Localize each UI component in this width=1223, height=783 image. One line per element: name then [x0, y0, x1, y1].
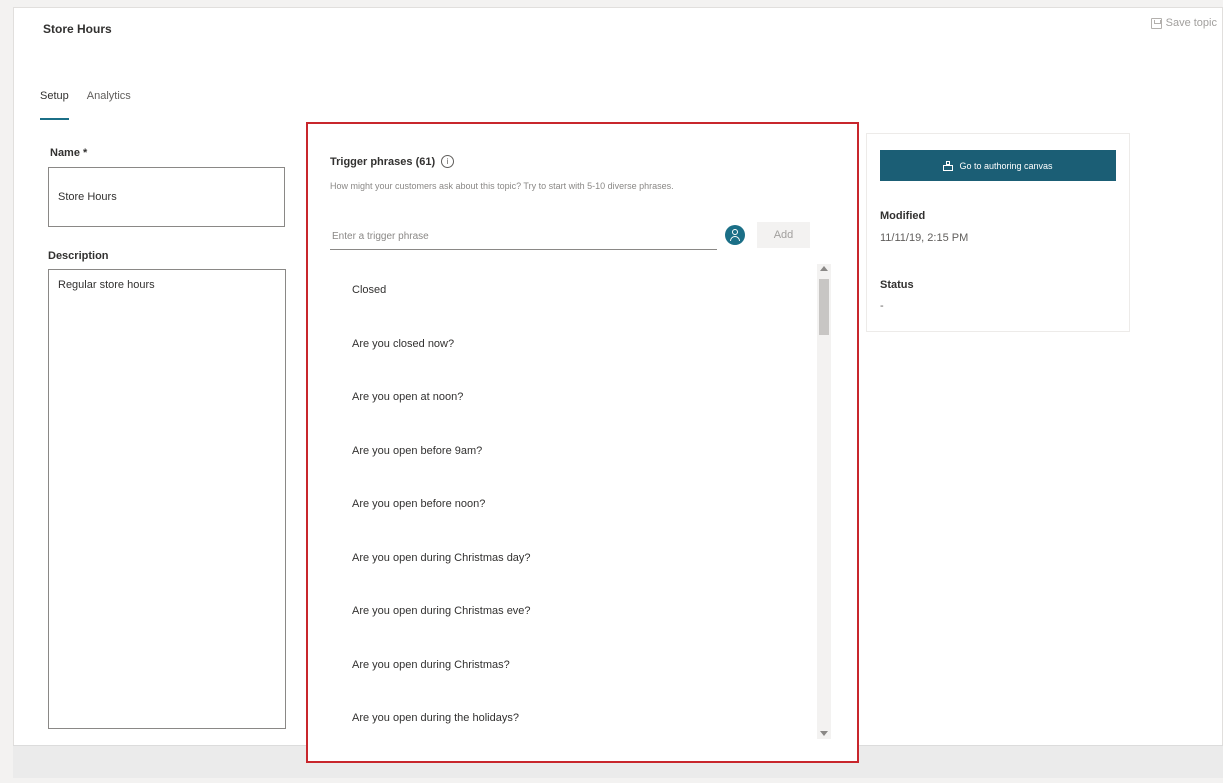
name-label: Name *	[50, 147, 88, 159]
trigger-phrase-item[interactable]: Are you open during Christmas?	[330, 639, 820, 693]
save-icon	[1150, 17, 1162, 29]
trigger-phrases-help: How might your customers ask about this …	[330, 181, 674, 191]
trigger-phrase-input[interactable]	[330, 224, 717, 250]
description-input[interactable]: Regular store hours	[48, 269, 286, 729]
trigger-phrase-item[interactable]: Are you open during Christmas day?	[330, 532, 820, 586]
status-label: Status	[880, 279, 914, 291]
name-input[interactable]	[48, 167, 285, 227]
trigger-phrase-item[interactable]: Are you open before 9am?	[330, 425, 820, 479]
add-phrase-button[interactable]: Add	[757, 222, 810, 248]
trigger-phrase-item[interactable]: Are you open at noon?	[330, 371, 820, 425]
user-icon[interactable]	[725, 225, 745, 245]
canvas-icon	[943, 160, 954, 171]
phrase-list-scrollbar[interactable]	[817, 264, 831, 739]
status-value: -	[880, 300, 884, 312]
trigger-phrases-title-text: Trigger phrases (61)	[330, 155, 436, 168]
scroll-up-arrow-icon[interactable]	[820, 266, 828, 271]
trigger-phrase-item[interactable]: Closed	[330, 264, 820, 318]
topic-details-card: Go to authoring canvas Modified 11/11/19…	[866, 133, 1130, 332]
modified-label: Modified	[880, 210, 926, 222]
trigger-phrases-title: Trigger phrases (61) i	[330, 155, 455, 168]
trigger-phrase-item[interactable]: Are you open before noon?	[330, 478, 820, 532]
scroll-thumb[interactable]	[819, 279, 829, 335]
trigger-phrase-item[interactable]: Are you open during Christmas eve?	[330, 585, 820, 639]
scroll-down-arrow-icon[interactable]	[820, 731, 828, 736]
info-icon[interactable]: i	[441, 155, 455, 168]
trigger-phrase-item[interactable]: Are you open during the holidays?	[330, 692, 820, 739]
modified-value: 11/11/19, 2:15 PM	[880, 232, 969, 244]
page-title: Store Hours	[43, 22, 112, 36]
save-topic-label: Save topic	[1165, 17, 1217, 29]
trigger-phrase-list: Closed Are you closed now? Are you open …	[330, 264, 820, 739]
canvas-button-label: Go to authoring canvas	[959, 160, 1053, 171]
save-topic-button[interactable]: Save topic	[1150, 17, 1217, 29]
description-label: Description	[48, 250, 109, 262]
trigger-phrases-panel: Trigger phrases (61) i How might your cu…	[306, 122, 859, 763]
tab-setup[interactable]: Setup	[40, 90, 69, 120]
trigger-phrase-item[interactable]: Are you closed now?	[330, 318, 820, 372]
tab-analytics[interactable]: Analytics	[87, 90, 131, 112]
go-to-authoring-canvas-button[interactable]: Go to authoring canvas	[880, 150, 1116, 181]
tab-bar: Setup Analytics	[40, 90, 131, 120]
